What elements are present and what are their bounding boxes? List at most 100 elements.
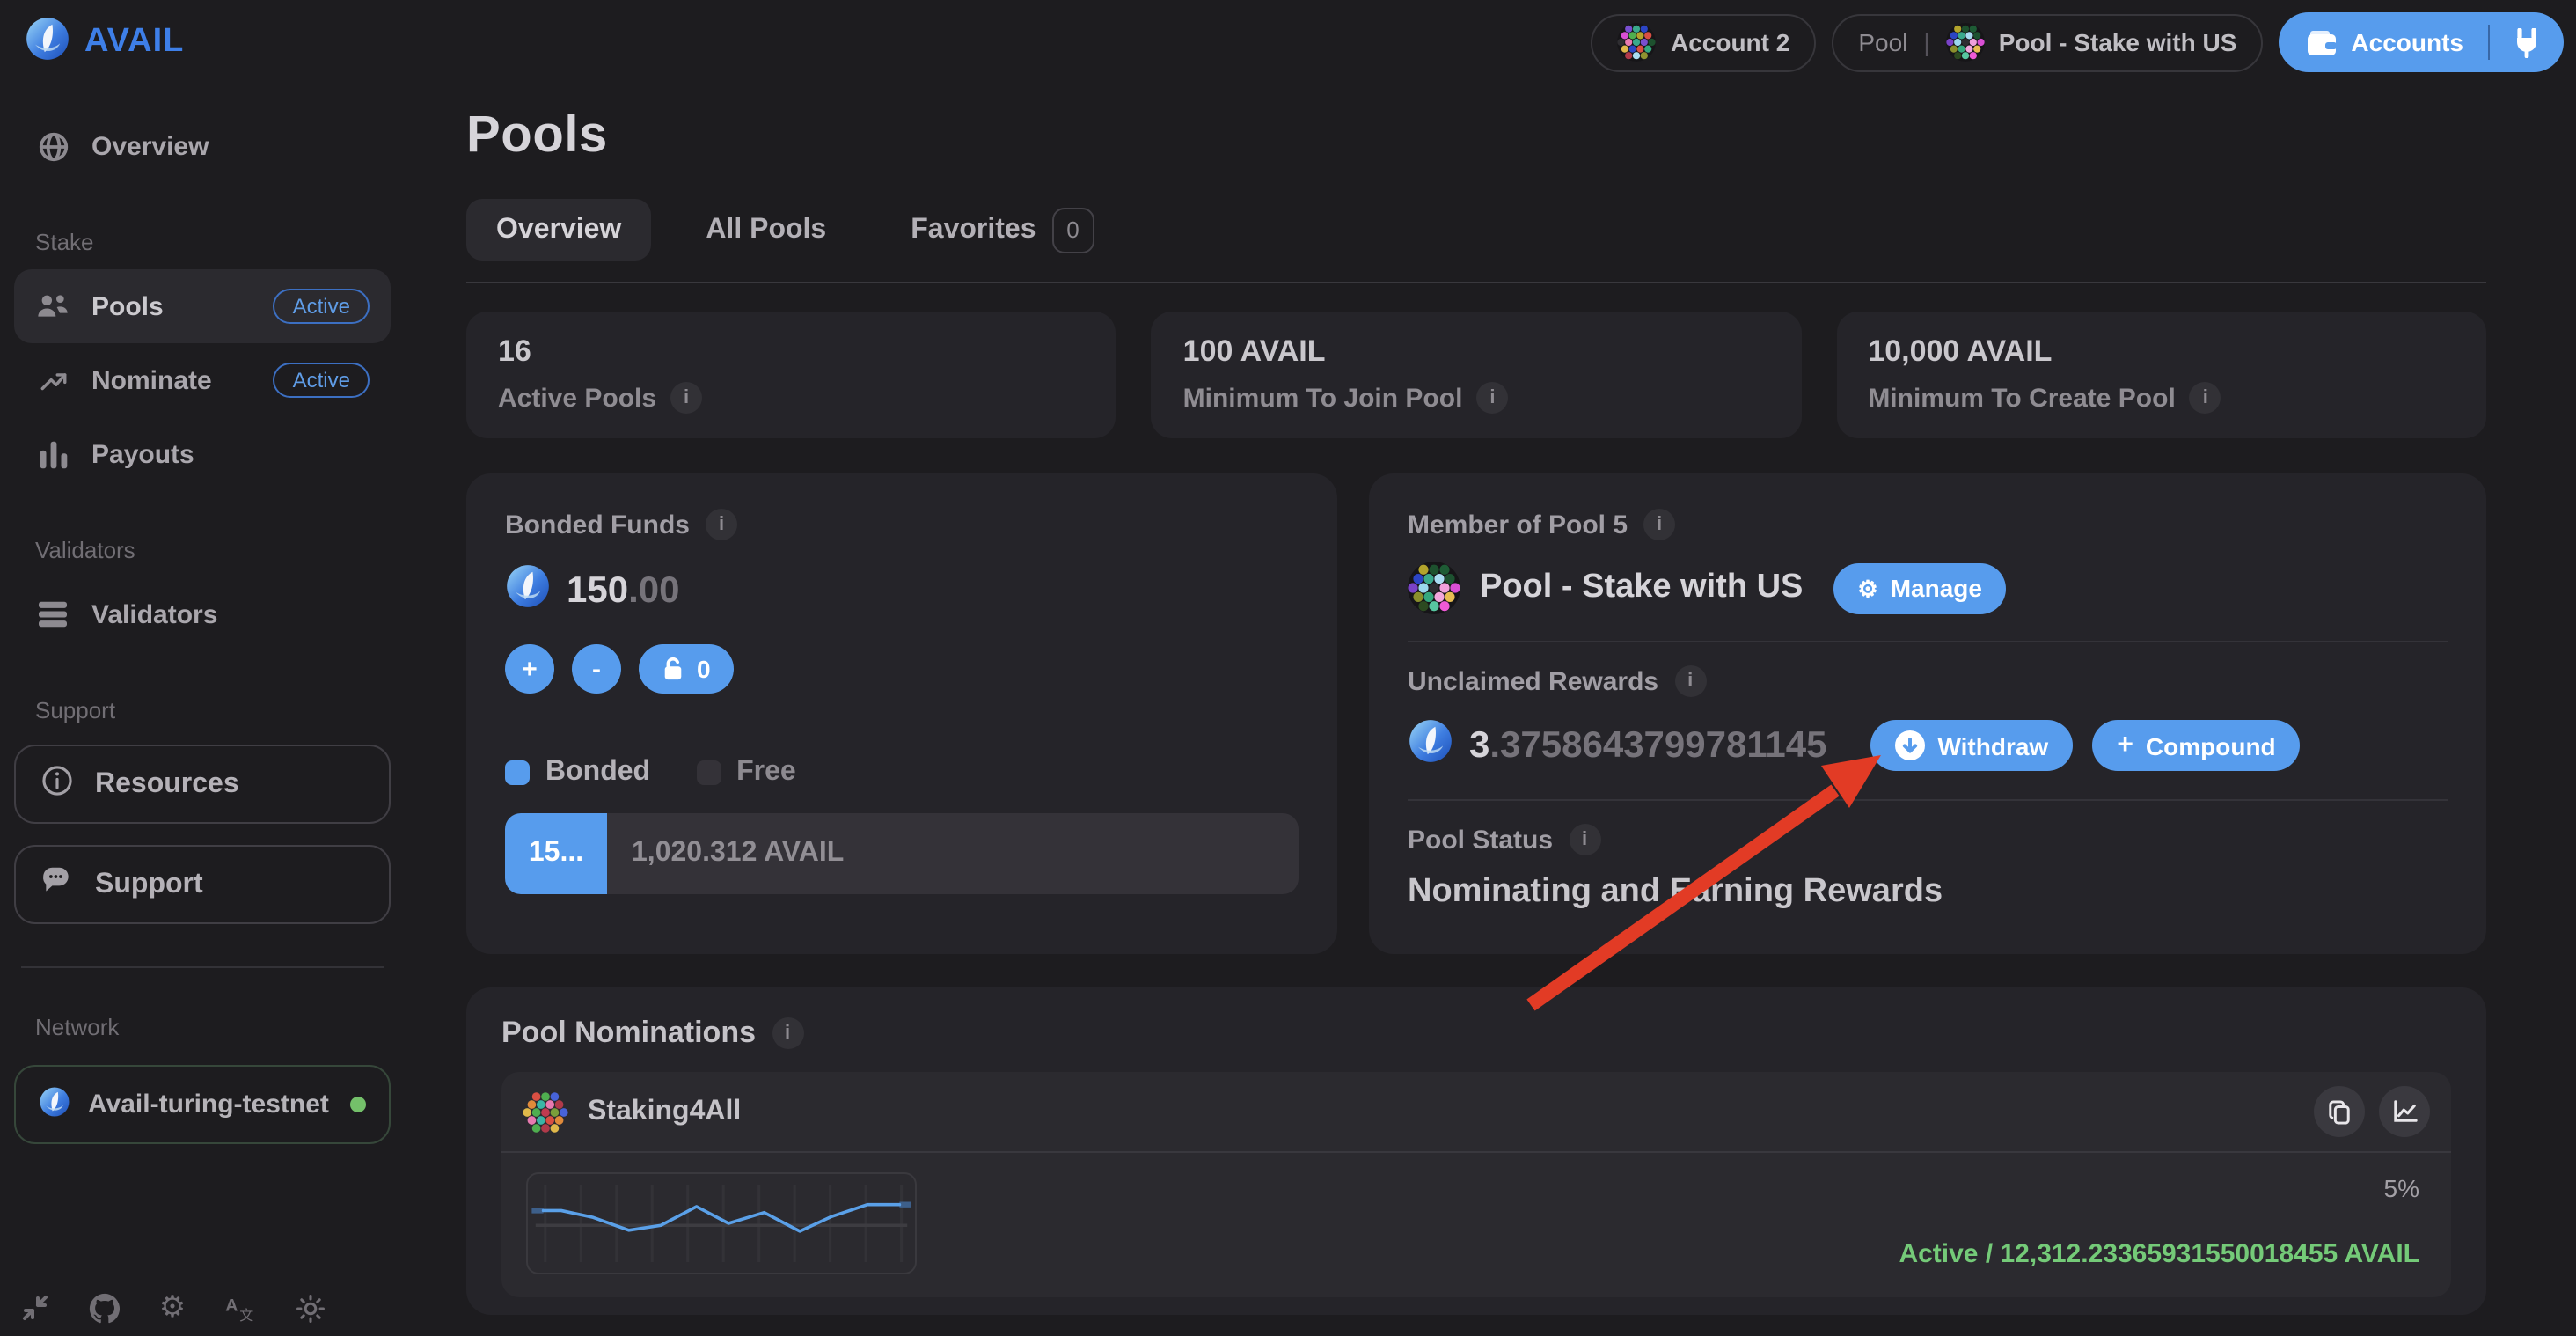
unclaimed-rewards-title: Unclaimed Rewards	[1408, 667, 1658, 697]
reward-amount: 3	[1469, 725, 1489, 766]
brand[interactable]: AVAIL	[25, 15, 184, 70]
bond-remove-button[interactable]: -	[572, 645, 621, 694]
sidebar-item-pools[interactable]: Pools Active	[14, 269, 391, 343]
nomination-status: Active / 12,312.23365931550018455 AVAIL	[1899, 1240, 2419, 1270]
connect-plug-button[interactable]	[2490, 12, 2564, 72]
pool-identicon	[1946, 23, 1985, 62]
resources-label: Resources	[95, 768, 239, 800]
info-icon[interactable]	[1476, 383, 1508, 415]
bar-free-segment[interactable]: 1,020.312 AVAIL	[607, 814, 1299, 895]
brand-name: AVAIL	[84, 23, 184, 62]
accounts-label: Accounts	[2351, 28, 2463, 56]
gear-icon: ⚙	[1857, 577, 1877, 600]
sidebar-item-nominate[interactable]: Nominate Active	[14, 343, 391, 417]
metrics-chart-button[interactable]	[2379, 1087, 2430, 1138]
info-icon[interactable]	[1643, 510, 1675, 541]
pool-switcher-button[interactable]: Pool | Pool - Stake with US	[1832, 13, 2263, 71]
pool-status-value: Nominating and Earning Rewards	[1408, 874, 2448, 913]
stats-row: 16 Active Pools 100 AVAIL Minimum To Joi…	[466, 312, 2486, 439]
sidebar-item-overview[interactable]: Overview	[14, 109, 391, 183]
member-pool-card: Member of Pool 5 Pool - Stake with US ⚙ …	[1369, 474, 2486, 955]
tab-label: Overview	[496, 215, 621, 246]
sidebar-item-validators[interactable]: Validators	[14, 577, 391, 651]
stat-card-active-pools: 16 Active Pools	[466, 312, 1116, 439]
section-label-validators: Validators	[14, 537, 391, 563]
withdraw-arrow-icon	[1895, 731, 1925, 761]
svg-text:A: A	[225, 1296, 238, 1316]
tab-favorites[interactable]: Favorites 0	[881, 200, 1123, 261]
tab-all-pools[interactable]: All Pools	[676, 200, 856, 261]
unlocks-button[interactable]: 0	[639, 645, 734, 694]
section-label-stake: Stake	[14, 229, 391, 255]
reward-amount-decimals: .3758643799781145	[1489, 725, 1826, 766]
bonded-swatch	[505, 761, 530, 786]
accounts-button[interactable]: Accounts	[2279, 12, 2488, 72]
sidebar-label: Payouts	[91, 439, 194, 469]
sidebar-label: Nominate	[91, 365, 212, 395]
favorites-count-badge: 0	[1052, 208, 1094, 253]
pool-prefix-label: Pool	[1858, 28, 1907, 56]
users-icon	[35, 290, 70, 322]
account-switcher-button[interactable]: Account 2	[1592, 13, 1816, 71]
bar-bonded-segment[interactable]: 15...	[505, 814, 607, 895]
network-selector[interactable]: Avail-turing-testnet	[14, 1065, 391, 1144]
stat-card-min-create: 10,000 AVAIL Minimum To Create Pool	[1836, 312, 2486, 439]
copy-address-button[interactable]	[2314, 1087, 2365, 1138]
sidebar: Overview Stake Pools Active	[0, 84, 405, 1336]
info-icon[interactable]	[772, 1018, 803, 1050]
sidebar-label: Overview	[91, 131, 209, 161]
copy-icon	[2328, 1100, 2351, 1125]
sidebar-divider	[21, 966, 384, 968]
svg-text:文: 文	[239, 1307, 253, 1322]
page-body: Overview Stake Pools Active	[0, 84, 2576, 1336]
compound-button[interactable]: Compound	[2092, 721, 2300, 772]
tab-label: All Pools	[706, 215, 826, 246]
avail-logo-icon	[25, 15, 70, 70]
info-icon[interactable]	[2190, 383, 2221, 415]
stat-label: Minimum To Join Pool	[1183, 384, 1463, 414]
pool-name-label: Pool - Stake with US	[1999, 28, 2237, 56]
section-label-support: Support	[14, 697, 391, 723]
legend-free: Free	[696, 758, 796, 789]
network-status-dot	[350, 1097, 366, 1112]
support-label: Support	[95, 869, 203, 900]
pool-nominations-card: Pool Nominations Staking4All	[466, 988, 2486, 1316]
pool-status-title: Pool Status	[1408, 826, 1553, 855]
github-icon[interactable]	[86, 1290, 121, 1325]
tab-overview[interactable]: Overview	[466, 200, 651, 261]
member-pool-name: Pool - Stake with US	[1480, 569, 1803, 608]
main-content: Pools Overview All Pools Favorites 0 16	[405, 84, 2576, 1316]
plug-icon	[2513, 27, 2541, 57]
pill-divider: |	[1923, 28, 1929, 56]
info-icon[interactable]	[670, 383, 702, 415]
avail-coin-icon	[1408, 719, 1453, 774]
tab-label: Favorites	[911, 215, 1036, 246]
theme-sun-icon[interactable]	[292, 1290, 327, 1325]
pool-nominations-title: Pool Nominations	[501, 1017, 756, 1052]
accounts-cluster: Accounts	[2279, 12, 2564, 72]
info-icon[interactable]	[1569, 825, 1600, 856]
collapse-icon[interactable]	[18, 1290, 53, 1325]
info-icon[interactable]	[706, 510, 737, 541]
gear-icon[interactable]: ⚙	[155, 1290, 190, 1325]
manage-button[interactable]: ⚙ Manage	[1833, 563, 2007, 614]
stat-value: 10,000 AVAIL	[1868, 335, 2455, 371]
bonded-funds-bar: 15... 1,020.312 AVAIL	[505, 814, 1299, 895]
sidebar-resources-button[interactable]: Resources	[14, 745, 391, 824]
tabs-divider	[466, 283, 2486, 284]
info-icon[interactable]	[1674, 666, 1706, 698]
stat-value: 16	[498, 335, 1085, 371]
bonded-funds-title: Bonded Funds	[505, 510, 690, 540]
sidebar-support-button[interactable]: Support	[14, 845, 391, 924]
card-divider	[1408, 642, 2448, 643]
validator-name: Staking4All	[588, 1097, 741, 1128]
bond-add-button[interactable]: +	[505, 645, 554, 694]
validator-identicon	[523, 1090, 568, 1135]
stat-label: Active Pools	[498, 384, 656, 414]
sidebar-item-payouts[interactable]: Payouts	[14, 417, 391, 491]
language-icon[interactable]: A 文	[223, 1290, 259, 1325]
withdraw-button[interactable]: Withdraw	[1870, 721, 2073, 772]
cards-row: Bonded Funds 150.00 + -	[466, 474, 2486, 955]
chat-icon	[40, 864, 74, 905]
sidebar-label: Validators	[91, 599, 217, 629]
